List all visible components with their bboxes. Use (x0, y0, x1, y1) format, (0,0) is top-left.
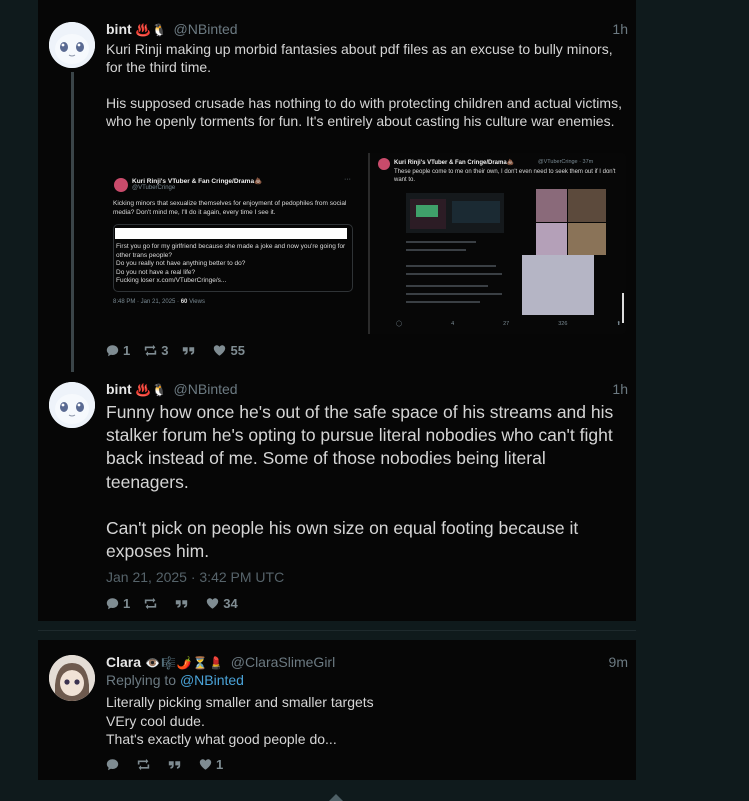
heart-icon (214, 344, 226, 356)
quote-icon (183, 346, 195, 355)
avatar-bint[interactable] (49, 22, 95, 68)
mini-text: These people come to me on their own, I … (394, 169, 618, 183)
post-text: Kuri Rinji making up morbid fantasies ab… (106, 41, 622, 129)
post-actions: 1 34 (106, 595, 252, 611)
thread-connector-line (71, 72, 74, 372)
reply-button[interactable] (106, 758, 123, 771)
quote-icon (168, 760, 181, 769)
author-emoji: ♨️🐧 (135, 383, 168, 397)
mini-image (536, 189, 567, 222)
author-handle[interactable]: @ClaraSlimeGirl (231, 654, 335, 670)
replying-to: Replying to @NBinted (106, 672, 244, 688)
quote-button[interactable] (175, 597, 192, 610)
comment-icon (106, 597, 119, 609)
post-actions: 1 3 55 (106, 342, 259, 358)
mini-comment-icon: ◯ (396, 321, 403, 327)
like-count: 55 (230, 342, 245, 358)
repost-button[interactable]: 3 (144, 343, 168, 358)
mini-text-line (406, 285, 488, 287)
post-text-main: Funny how once he's out of the safe spac… (106, 402, 614, 562)
mini-text-line (406, 301, 480, 303)
quote-button[interactable] (182, 344, 199, 357)
mini-card (452, 201, 500, 223)
mini-view-count: 326 (558, 321, 568, 327)
repost-button[interactable] (144, 597, 161, 610)
divider (38, 630, 636, 631)
avatar-bint[interactable] (49, 382, 95, 428)
like-count: 34 (223, 595, 238, 611)
like-button[interactable]: 55 (213, 342, 245, 358)
heart-icon (207, 597, 219, 609)
mini-name: Kuri Rinji's VTuber & Fan Cringe/Drama💩 (394, 160, 515, 166)
replying-prefix: Replying to (106, 672, 180, 688)
chevron-up-icon[interactable] (329, 794, 343, 801)
mini-avatar (114, 178, 128, 192)
mini-action-row: ◯ 4 27 326 ⬆ (396, 321, 621, 327)
author-name[interactable]: bint (106, 381, 132, 397)
reply-count: 1 (123, 342, 131, 358)
mini-name: Kuri Rinji's VTuber & Fan Cringe/Drama💩 (132, 178, 263, 185)
quote-icon (176, 599, 188, 608)
replying-to-link[interactable]: @NBinted (180, 672, 244, 688)
author-emoji: 👁️🎼🌶️⏳💄 (145, 656, 225, 670)
repost-button[interactable] (137, 758, 154, 771)
mini-image (522, 255, 594, 315)
mini-scrollbar (622, 293, 624, 323)
media-screenshot-left[interactable]: Kuri Rinji's VTuber & Fan Cringe/Drama💩 … (106, 153, 368, 334)
like-button[interactable]: 1 (199, 757, 223, 772)
mini-image (416, 205, 438, 217)
mini-footer-time: 8:48 PM · Jan 21, 2025 · (113, 299, 181, 305)
post-header: Clara 👁️🎼🌶️⏳💄 @ClaraSlimeGirl 9m (106, 653, 628, 671)
like-button[interactable]: 34 (206, 595, 238, 611)
repost-count: 3 (161, 342, 169, 358)
mini-text: Kicking minors that sexualize themselves… (113, 200, 349, 216)
author-emoji: ♨️🐧 (135, 23, 168, 37)
author-name[interactable]: Clara (106, 654, 141, 670)
quote-button[interactable] (168, 758, 185, 771)
mini-text-line (406, 293, 502, 295)
mini-image (568, 223, 606, 255)
mini-footer: 8:48 PM · Jan 21, 2025 · 60 Views (113, 299, 205, 305)
mini-text-line (406, 241, 476, 243)
post-header: bint ♨️🐧 @NBinted 1h (106, 380, 628, 398)
mini-image (536, 223, 567, 255)
comment-icon (106, 758, 119, 770)
mini-handle: @VTuberCringe · 37m (538, 159, 594, 165)
author-handle[interactable]: @NBinted (174, 381, 238, 397)
author-name[interactable]: bint (106, 21, 132, 37)
reply-button[interactable]: 1 (106, 343, 130, 358)
avatar-clara[interactable] (49, 655, 95, 701)
mini-share-icon: ⬆ (616, 321, 621, 327)
repost-icon (137, 758, 150, 770)
post-text: Literally picking smaller and smaller ta… (106, 694, 374, 747)
mini-footer-views-label: Views (187, 299, 205, 305)
mini-avatar (378, 158, 390, 170)
comment-icon (106, 344, 119, 356)
mini-handle: @VTuberCringe (132, 185, 176, 191)
media-screenshot-right[interactable]: Kuri Rinji's VTuber & Fan Cringe/Drama💩 … (368, 153, 626, 334)
mini-text-line (406, 273, 502, 275)
mini-quoted-text: First you go for my girlfriend because s… (116, 243, 346, 285)
mini-like-count: 27 (503, 321, 510, 327)
post-time[interactable]: 1h (612, 380, 628, 398)
post-time[interactable]: 9m (609, 653, 628, 671)
post-actions: 1 (106, 756, 237, 772)
post-media[interactable]: Kuri Rinji's VTuber & Fan Cringe/Drama💩 … (106, 153, 626, 334)
post-time[interactable]: 1h (612, 20, 628, 38)
mini-text-line (406, 249, 466, 251)
mini-repost-count: 4 (451, 321, 455, 327)
repost-icon (145, 344, 157, 356)
heart-icon (199, 758, 212, 770)
repost-icon (145, 597, 157, 609)
like-count: 1 (216, 756, 224, 772)
post-header: bint ♨️🐧 @NBinted 1h (106, 20, 628, 38)
author-handle[interactable]: @NBinted (174, 21, 238, 37)
mini-image (568, 189, 606, 222)
mini-more-icon: ··· (344, 176, 351, 183)
post-date[interactable]: Jan 21, 2025 · 3:42 PM UTC (106, 569, 284, 585)
reply-count: 1 (123, 595, 131, 611)
reply-button[interactable]: 1 (106, 596, 130, 611)
mini-text-line (406, 265, 496, 267)
mini-redacted-bar (115, 228, 347, 239)
